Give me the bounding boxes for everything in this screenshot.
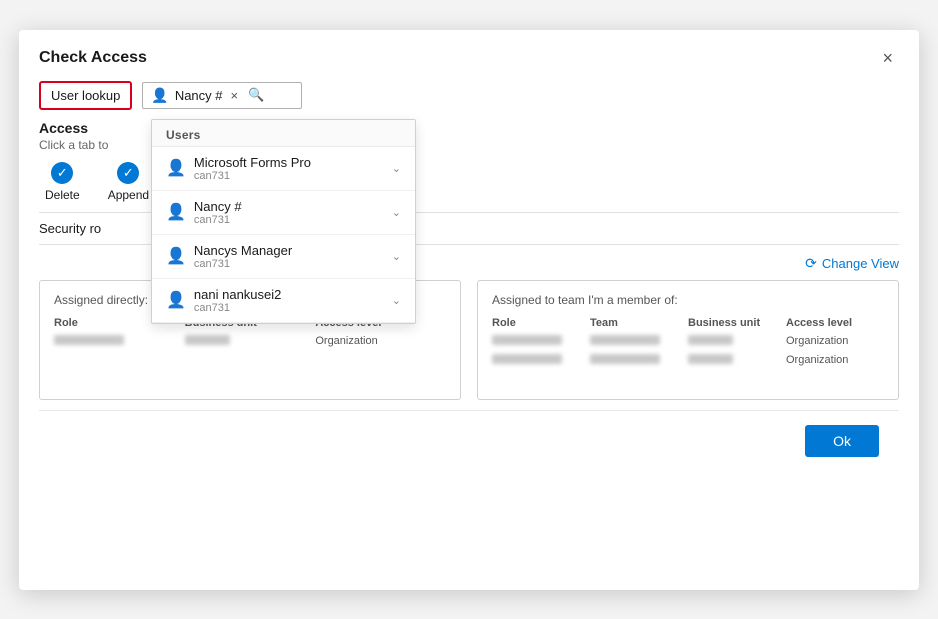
lookup-clear-icon[interactable]: ×: [231, 88, 239, 103]
dialog-header: Check Access ×: [19, 30, 919, 81]
chevron-down-icon: ⌄: [392, 162, 401, 175]
users-dropdown: Users 👤 Microsoft Forms Pro can731 ⌄: [151, 119, 416, 324]
item-user-icon: 👤: [166, 202, 186, 222]
perm-append: ✓ Append: [108, 162, 149, 202]
col-header-role: Role: [492, 317, 590, 329]
item-user-icon: 👤: [166, 246, 186, 266]
perm-check-delete: ✓: [51, 162, 73, 184]
table-row: Organization: [492, 335, 884, 348]
item-name: Nancy #: [194, 199, 242, 214]
chevron-down-icon: ⌄: [392, 250, 401, 263]
check-access-dialog: Check Access × User lookup 👤 Nancy # × 🔍…: [19, 30, 919, 590]
dropdown-list: 👤 Microsoft Forms Pro can731 ⌄ 👤: [152, 147, 415, 323]
team-blurred: [590, 354, 660, 364]
item-sub: can731: [194, 258, 292, 270]
lookup-row: User lookup 👤 Nancy # × 🔍 Users 👤 Micros…: [39, 81, 899, 110]
business-cell: [688, 354, 786, 367]
role-blurred: [492, 354, 562, 364]
lookup-search-icon[interactable]: 🔍: [248, 87, 264, 103]
change-view-icon: ⟳: [805, 255, 817, 272]
list-item[interactable]: 👤 nani nankusei2 can731 ⌄: [152, 279, 415, 323]
bu-blurred: [688, 335, 733, 345]
security-roles-label: Security ro: [39, 221, 101, 236]
col-header-access: Access level: [786, 317, 884, 329]
business-cell: [688, 335, 786, 348]
access-cell: Organization: [786, 335, 884, 347]
item-name: Nancys Manager: [194, 243, 292, 258]
role-cell: [54, 335, 185, 348]
perm-label-delete: Delete: [45, 188, 80, 202]
item-sub: can731: [194, 302, 281, 314]
lookup-input-box[interactable]: 👤 Nancy # × 🔍: [142, 82, 302, 109]
bu-blurred: [185, 335, 230, 345]
access-cell: Organization: [786, 354, 884, 366]
change-view-button[interactable]: ⟳ Change View: [805, 255, 899, 272]
table-row: Organization: [54, 335, 446, 348]
team-blurred: [590, 335, 660, 345]
item-name: nani nankusei2: [194, 287, 281, 302]
perm-check-append: ✓: [117, 162, 139, 184]
team-cell: [590, 335, 688, 348]
item-user-icon: 👤: [166, 158, 186, 178]
item-user-icon: 👤: [166, 290, 186, 310]
business-cell: [185, 335, 316, 348]
bu-blurred: [688, 354, 733, 364]
change-view-label: Change View: [822, 256, 899, 271]
dialog-title: Check Access: [39, 49, 147, 67]
col-header-bu: Business unit: [688, 317, 786, 329]
col-header-team: Team: [590, 317, 688, 329]
lookup-value: Nancy #: [175, 88, 223, 103]
perm-label-append: Append: [108, 188, 149, 202]
chevron-down-icon: ⌄: [392, 206, 401, 219]
team-cell: [590, 354, 688, 367]
list-item[interactable]: 👤 Microsoft Forms Pro can731 ⌄: [152, 147, 415, 191]
close-button[interactable]: ×: [876, 46, 899, 71]
chevron-down-icon: ⌄: [392, 294, 401, 307]
role-cell: [492, 354, 590, 367]
item-sub: can731: [194, 214, 242, 226]
ok-button-row: Ok: [39, 410, 899, 471]
dropdown-header: Users: [152, 120, 415, 147]
role-blurred: [492, 335, 562, 345]
role-blurred: [54, 335, 124, 345]
user-icon: 👤: [151, 87, 168, 104]
access-cell: Organization: [315, 335, 446, 347]
item-name: Microsoft Forms Pro: [194, 155, 311, 170]
ok-button[interactable]: Ok: [805, 425, 879, 457]
role-cell: [492, 335, 590, 348]
perm-delete: ✓ Delete: [45, 162, 80, 202]
item-sub: can731: [194, 170, 311, 182]
assigned-team-headers: Role Team Business unit Access level: [492, 317, 884, 329]
list-item[interactable]: 👤 Nancys Manager can731 ⌄: [152, 235, 415, 279]
user-lookup-label: User lookup: [39, 81, 132, 110]
assigned-team-card: Assigned to team I'm a member of: Role T…: [477, 280, 899, 400]
table-row: Organization: [492, 354, 884, 367]
dialog-body: User lookup 👤 Nancy # × 🔍 Users 👤 Micros…: [19, 81, 919, 491]
list-item[interactable]: 👤 Nancy # can731 ⌄: [152, 191, 415, 235]
assigned-team-title: Assigned to team I'm a member of:: [492, 293, 884, 307]
